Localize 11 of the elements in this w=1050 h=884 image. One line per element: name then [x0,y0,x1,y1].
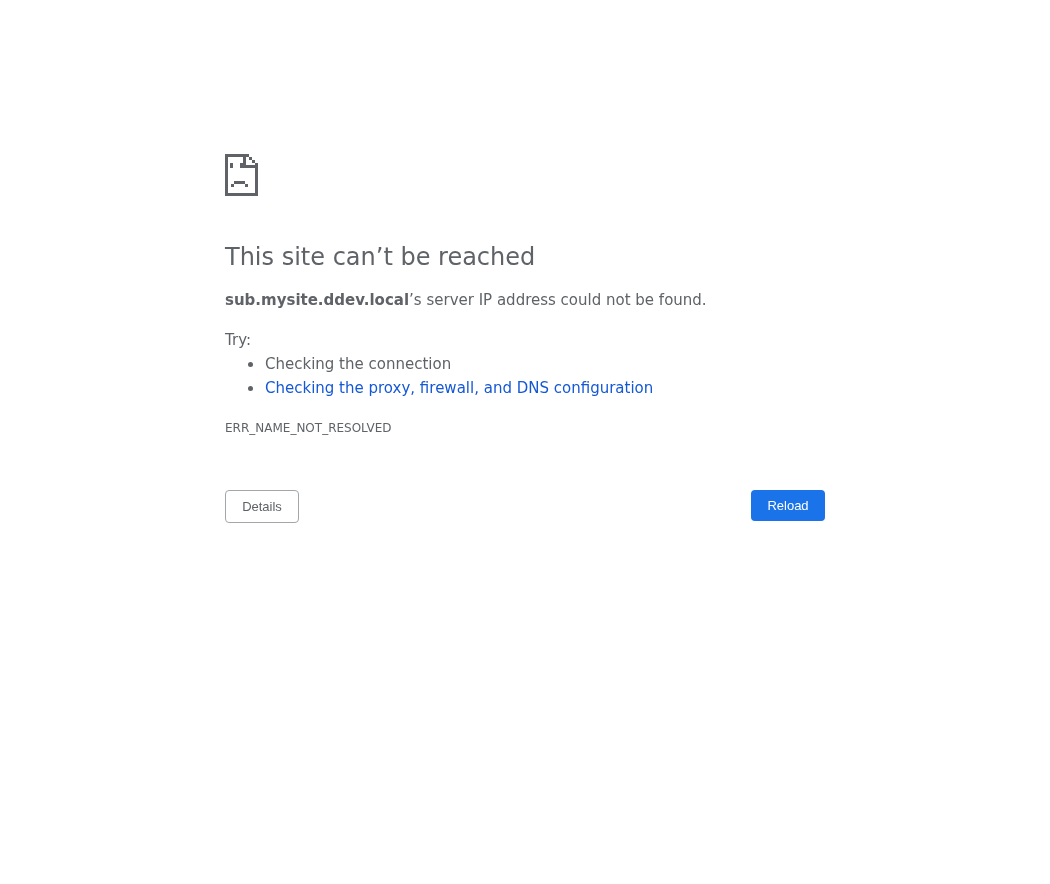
try-label: Try: [225,330,251,351]
sad-page-icon [225,154,258,196]
help-link[interactable]: Checking the proxy, firewall, and DNS configuration [265,376,654,400]
suggestion-text: Checking the connection [265,354,452,375]
error-heading: This site can’t be reached [225,242,537,272]
reload-button[interactable]: Reload [751,490,825,521]
error-summary: sub.mysite.ddev.local’s server IP address could not be found. [225,290,708,311]
error-code: ERR_NAME_NOT_RESOLVED [225,420,392,436]
bullet-icon [248,361,253,367]
details-button[interactable]: Details [225,490,299,523]
bullet-icon [248,385,253,391]
